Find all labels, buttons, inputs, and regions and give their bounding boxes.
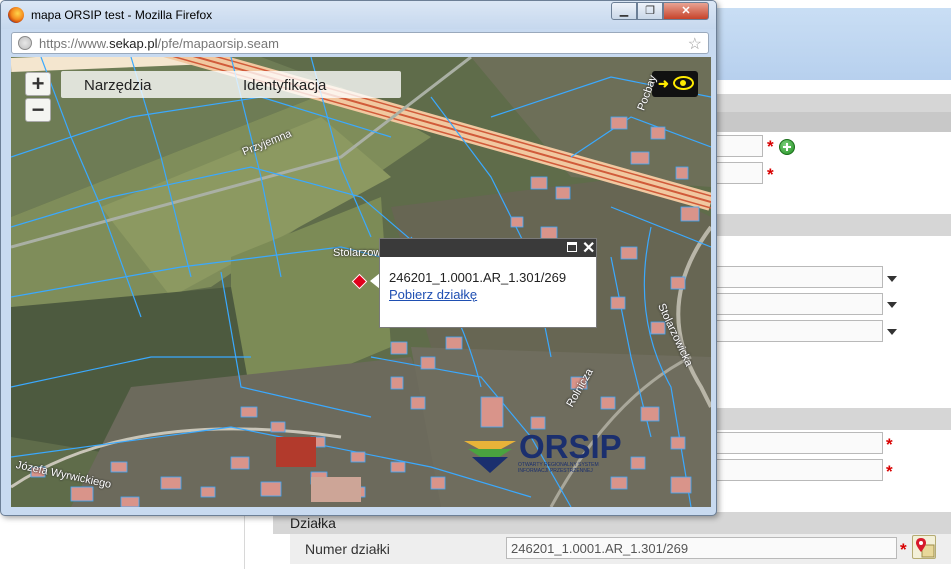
address-bar[interactable]: https://www.sekap.pl/pfe/mapaorsip.seam …	[11, 32, 709, 54]
form-select[interactable]	[700, 266, 883, 288]
required-mark: *	[886, 435, 893, 454]
parcel-section-title: Działka	[290, 515, 336, 531]
popup-header: ✕	[380, 239, 596, 257]
chevron-down-icon[interactable]	[887, 329, 897, 335]
popup-maximize-icon[interactable]	[567, 242, 577, 252]
orsip-logo-subtitle: OTWARTY REGIONALNY SYSTEM INFORMACJI PRZ…	[518, 462, 599, 474]
firefox-popup-window: mapa ORSIP test - Mozilla Firefox ▁ ❐ ✕ …	[0, 0, 717, 516]
layer-visibility-button[interactable]: ➜	[652, 71, 698, 97]
menu-tools[interactable]: Narzędzia	[84, 77, 152, 94]
orsip-logo-text: ORSIP	[519, 428, 622, 465]
bookmark-star-icon[interactable]: ☆	[688, 34, 702, 54]
window-title: mapa ORSIP test - Mozilla Firefox	[31, 8, 213, 22]
form-input[interactable]	[700, 459, 883, 481]
section-bar	[716, 214, 951, 236]
menu-identify[interactable]: Identyfikacja	[243, 77, 326, 94]
required-mark: *	[767, 165, 774, 184]
form-select[interactable]	[700, 320, 883, 342]
section-bar	[716, 112, 951, 132]
form-select[interactable]	[700, 293, 883, 315]
zoom-out-button[interactable]: −	[25, 98, 51, 122]
map-toolbar: Narzędzia Identyfikacja	[61, 71, 401, 98]
url-text: https://www.sekap.pl/pfe/mapaorsip.seam	[39, 36, 279, 51]
eye-icon	[673, 76, 694, 90]
form-input[interactable]	[700, 432, 883, 454]
required-mark: *	[900, 540, 907, 559]
parcel-popup: ✕ 246201_1.0001.AR_1.301/269 Pobierz dzi…	[379, 238, 597, 328]
firefox-logo-icon	[8, 7, 24, 23]
popup-parcel-id: 246201_1.0001.AR_1.301/269	[389, 270, 567, 285]
orsip-emblem-icon	[464, 441, 516, 473]
map-pin-icon	[916, 538, 935, 558]
window-titlebar[interactable]: mapa ORSIP test - Mozilla Firefox ▁ ❐ ✕	[1, 1, 716, 29]
orsip-subtitle-line: INFORMACJI PRZESTRZENNEJ	[518, 468, 593, 474]
popup-close-icon[interactable]: ✕	[582, 238, 595, 258]
map-pin-button[interactable]	[912, 535, 936, 559]
arrow-right-icon: ➜	[658, 76, 669, 91]
street-label: Stolarzow	[333, 247, 382, 259]
required-mark: *	[767, 137, 774, 156]
globe-icon	[18, 36, 32, 50]
url-path: /pfe/mapaorsip.seam	[157, 36, 279, 51]
url-prefix: https://www.	[39, 36, 110, 51]
parcel-number-input[interactable]	[506, 537, 897, 559]
zoom-in-button[interactable]: +	[25, 72, 51, 96]
parcel-number-label: Numer działki	[305, 541, 390, 557]
download-parcel-link[interactable]: Pobierz działkę	[389, 287, 477, 302]
maximize-button[interactable]: ❐	[637, 2, 663, 20]
orsip-logo: ORSIP OTWARTY REGIONALNY SYSTEM INFORMAC…	[462, 428, 622, 478]
map-view[interactable]: + − Narzędzia Identyfikacja ➜ Przyjemna …	[11, 57, 711, 507]
minimize-button[interactable]: ▁	[611, 2, 637, 20]
chevron-down-icon[interactable]	[887, 302, 897, 308]
chevron-down-icon[interactable]	[887, 276, 897, 282]
required-mark: *	[886, 462, 893, 481]
add-icon[interactable]	[779, 139, 795, 155]
header-banner	[716, 8, 951, 80]
url-domain: sekap.pl	[109, 36, 158, 51]
section-bar	[716, 408, 951, 430]
close-window-button[interactable]: ✕	[663, 2, 709, 20]
